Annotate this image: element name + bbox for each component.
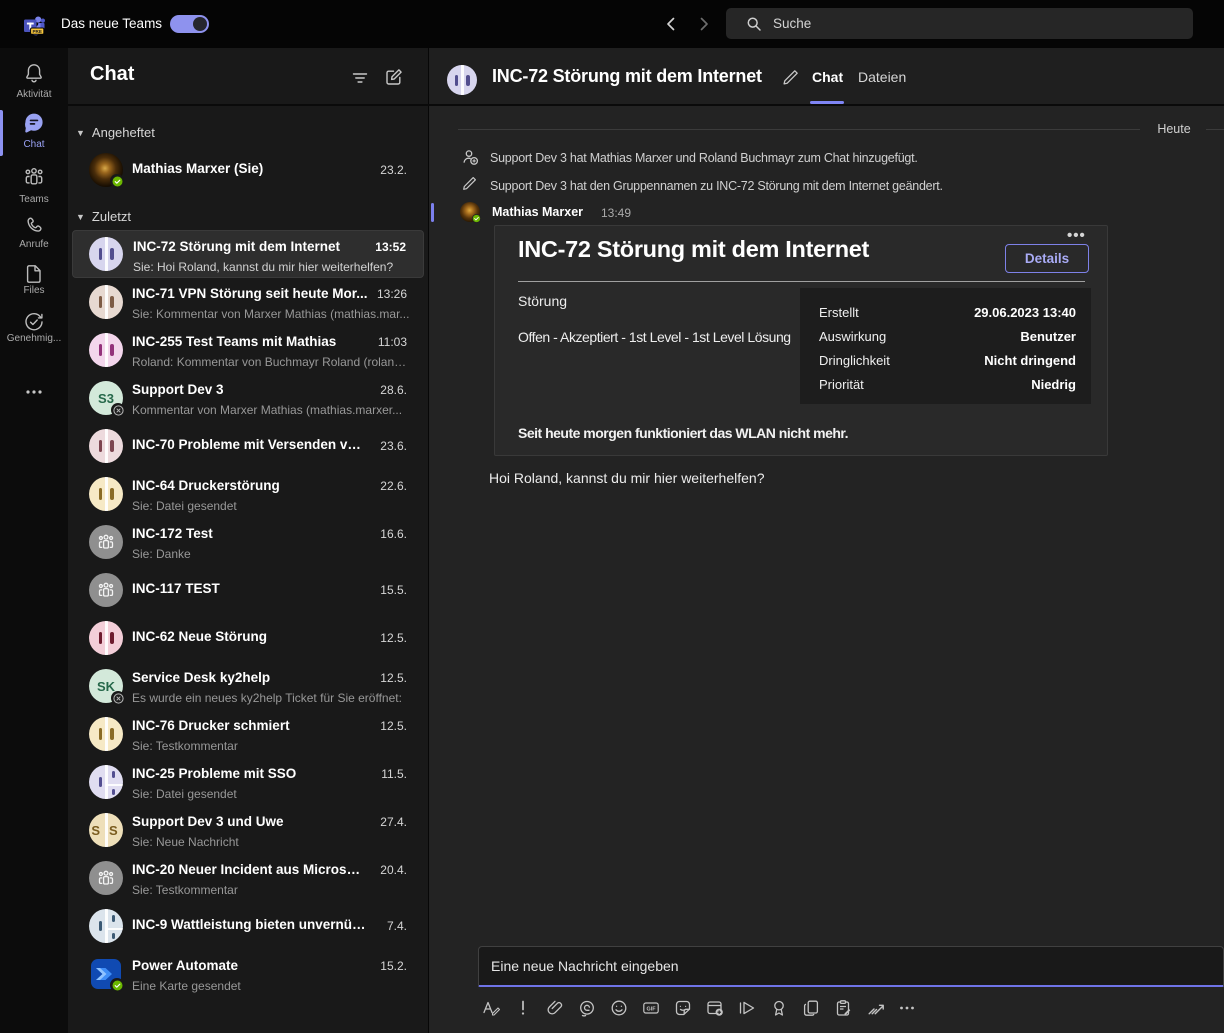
svg-text:GIF: GIF <box>647 1007 657 1013</box>
svg-text:PRE: PRE <box>32 29 41 34</box>
